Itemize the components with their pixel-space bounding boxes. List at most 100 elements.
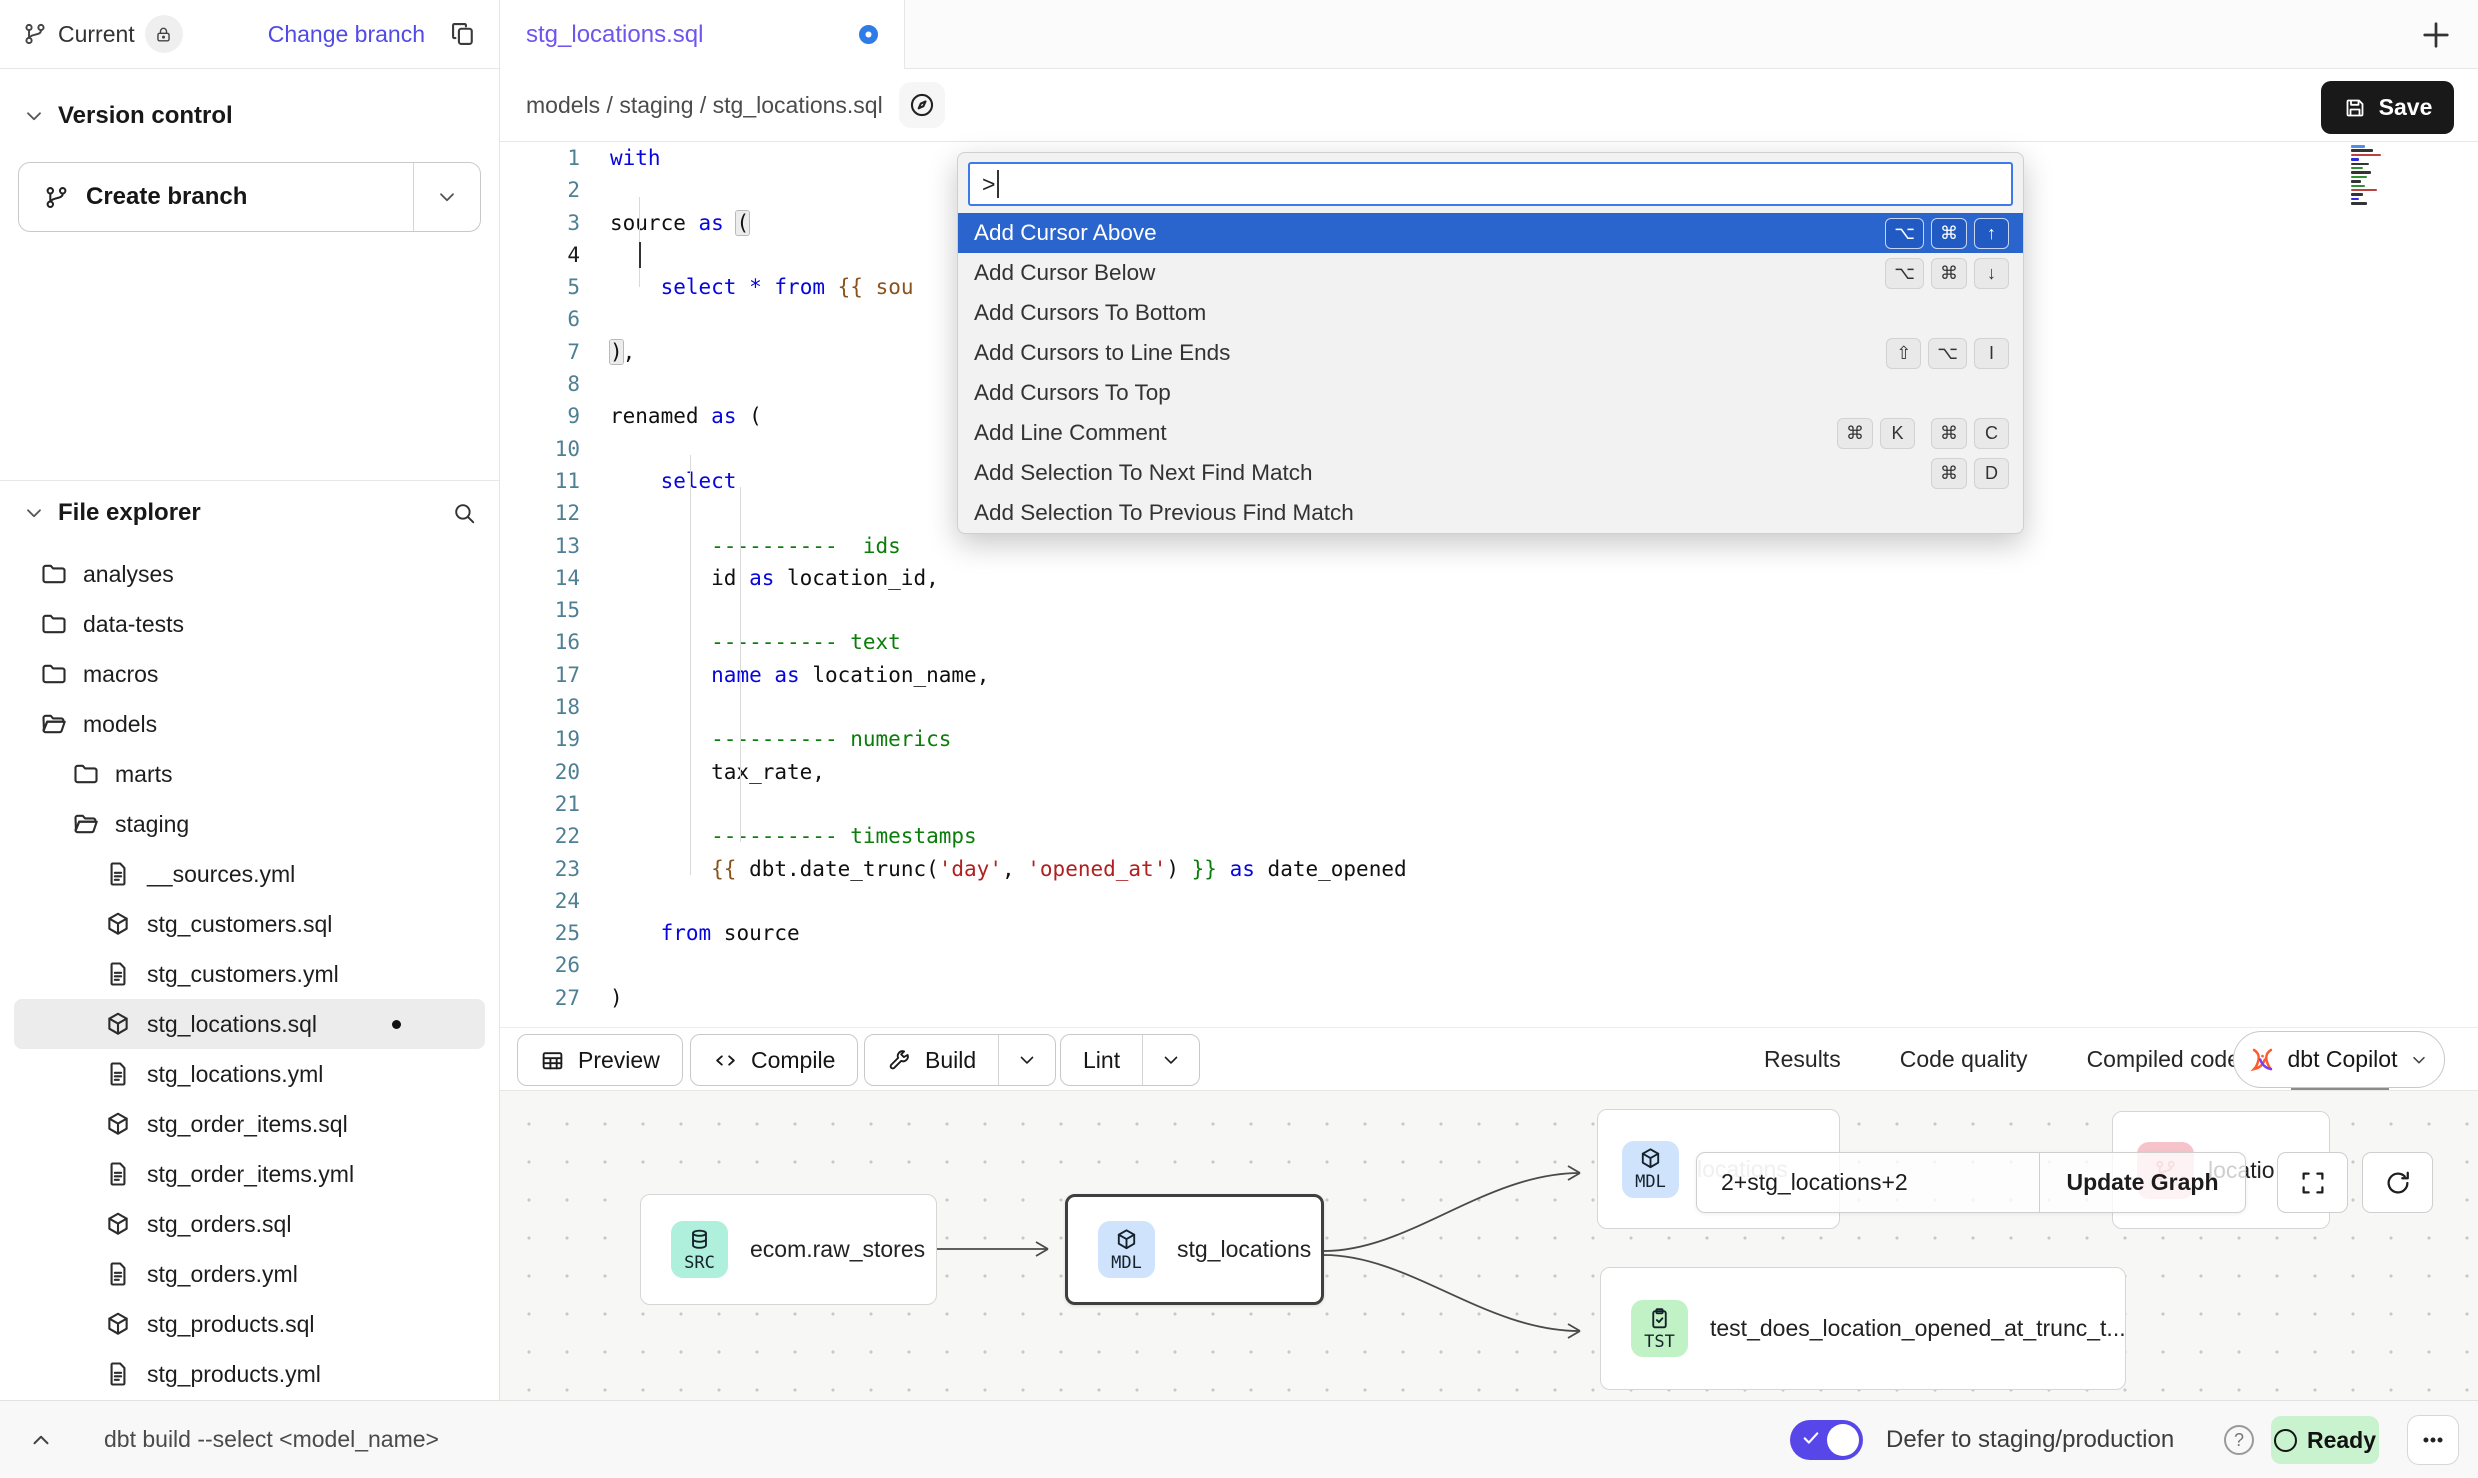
file-tree-item[interactable]: stg_locations.yml — [14, 1049, 485, 1099]
file-tree-item[interactable]: marts — [14, 749, 485, 799]
save-label: Save — [2379, 94, 2433, 121]
command-label: Add Cursors To Bottom — [974, 300, 1206, 326]
code-line[interactable]: 16 ---------- text — [500, 626, 2478, 658]
new-tab-plus-icon[interactable] — [2418, 17, 2454, 53]
panel-tab-compiled-code[interactable]: Compiled code — [2087, 1028, 2240, 1090]
chevron-down-icon — [1160, 1049, 1182, 1071]
navigate-button[interactable] — [899, 82, 945, 128]
code-line[interactable]: 20 tax_rate, — [500, 756, 2478, 788]
keycap: ⌘ — [1837, 418, 1873, 449]
shortcut-keys: ⌥⌘↓ — [1885, 258, 2009, 289]
command-item[interactable]: Add Selection To Previous Find Match — [958, 493, 2023, 533]
code-line[interactable]: 19 ---------- numerics — [500, 723, 2478, 755]
lint-dropdown[interactable] — [1143, 1049, 1199, 1071]
file-icon — [104, 1160, 132, 1188]
lineage-node-source[interactable]: SRC ecom.raw_stores — [640, 1194, 937, 1305]
graph-selector-input[interactable]: 2+stg_locations+2 — [1697, 1153, 2040, 1212]
file-tree-item[interactable]: data-tests — [14, 599, 485, 649]
refresh-button[interactable] — [2362, 1152, 2433, 1213]
file-tree-item[interactable]: macros — [14, 649, 485, 699]
more-options-button[interactable] — [2407, 1415, 2459, 1465]
code-line[interactable]: 24 — [500, 885, 2478, 917]
file-tree-item[interactable]: stg_order_items.yml — [14, 1149, 485, 1199]
panel-tab-results[interactable]: Results — [1764, 1028, 1841, 1090]
code-line[interactable]: 21 — [500, 788, 2478, 820]
model-badge: MDL — [1622, 1141, 1679, 1198]
change-branch-link[interactable]: Change branch — [268, 21, 425, 48]
code-text: source as ( — [610, 207, 749, 239]
code-line[interactable]: 23 {{ dbt.date_trunc('day', 'opened_at')… — [500, 853, 2478, 885]
file-tree-item[interactable]: stg_orders.sql — [14, 1199, 485, 1249]
keycap: ↓ — [1974, 258, 2009, 289]
chevron-up-icon[interactable] — [28, 1427, 54, 1453]
fullscreen-button[interactable] — [2277, 1152, 2348, 1213]
code-line[interactable]: 25 from source — [500, 917, 2478, 949]
lineage-canvas[interactable]: SRC ecom.raw_stores MDL stg_locations MD… — [500, 1091, 2478, 1400]
file-tree-item[interactable]: models — [14, 699, 485, 749]
command-item[interactable]: Add Cursors To Top — [958, 373, 2023, 413]
selector-value: 2+stg_locations+2 — [1721, 1169, 1908, 1196]
command-item[interactable]: Add Line Comment⌘K⌘C — [958, 413, 2023, 453]
lint-button[interactable]: Lint — [1060, 1034, 1200, 1086]
code-line[interactable]: 14 id as location_id, — [500, 562, 2478, 594]
line-number: 4 — [500, 239, 610, 271]
version-control-header[interactable]: Version control — [0, 102, 499, 130]
command-item[interactable]: Add Selection To Next Find Match⌘D — [958, 453, 2023, 493]
file-tree-item[interactable]: stg_order_items.sql — [14, 1099, 485, 1149]
file-tree-item[interactable]: stg_products.sql — [14, 1299, 485, 1349]
update-graph-button[interactable]: Update Graph — [2040, 1153, 2245, 1212]
save-button[interactable]: Save — [2321, 81, 2454, 134]
compile-button[interactable]: Compile — [690, 1034, 858, 1086]
file-explorer-header[interactable]: File explorer — [0, 499, 499, 527]
command-item[interactable]: Add Cursors to Line Ends⇧⌥I — [958, 333, 2023, 373]
shortcut-keys: ⌥⌘↑ — [1885, 218, 2009, 249]
code-line[interactable]: 26 — [500, 949, 2478, 981]
table-icon — [540, 1048, 565, 1073]
file-tree-item[interactable]: analyses — [14, 549, 485, 599]
keycap: ⌘ — [1931, 218, 1967, 249]
file-tree-item[interactable]: stg_customers.yml — [14, 949, 485, 999]
search-icon[interactable] — [451, 500, 477, 526]
file-tree-item[interactable]: staging — [14, 799, 485, 849]
dbt-copilot-button[interactable]: dbt Copilot — [2233, 1031, 2445, 1088]
create-branch-dropdown[interactable] — [414, 163, 480, 231]
keycap: D — [1974, 458, 2009, 489]
file-tree-item[interactable]: stg_customers.sql — [14, 899, 485, 949]
line-number: 16 — [500, 626, 610, 658]
command-palette-input[interactable]: > — [968, 162, 2013, 206]
code-text: ---------- timestamps — [610, 820, 977, 852]
lineage-node-stg-locations[interactable]: MDL stg_locations — [1065, 1194, 1324, 1305]
command-item[interactable]: Add Cursor Above⌥⌘↑ — [958, 213, 2023, 253]
line-number: 6 — [500, 303, 610, 335]
file-name: stg_products.yml — [147, 1361, 321, 1388]
defer-toggle[interactable] — [1790, 1420, 1863, 1460]
minimap[interactable] — [2351, 145, 2397, 206]
build-button[interactable]: Build — [864, 1034, 1056, 1086]
build-dropdown[interactable] — [999, 1049, 1055, 1071]
command-item[interactable]: Add Cursor Below⌥⌘↓ — [958, 253, 2023, 293]
code-line[interactable]: 13 ---------- ids — [500, 530, 2478, 562]
file-tree-item[interactable]: stg_products.yml — [14, 1349, 485, 1399]
cli-command-hint[interactable]: dbt build --select <model_name> — [104, 1401, 439, 1478]
lineage-node-test[interactable]: TST test_does_location_opened_at_trunc_t… — [1600, 1267, 2126, 1390]
file-tree-item[interactable]: __sources.yml — [14, 849, 485, 899]
create-branch-button[interactable]: Create branch — [18, 162, 481, 232]
node-label: test_does_location_opened_at_trunc_t... — [1710, 1315, 2126, 1342]
main-area: stg_locations.sql models / staging / stg… — [500, 0, 2478, 1400]
code-line[interactable]: 22 ---------- timestamps — [500, 820, 2478, 852]
code-line[interactable]: 18 — [500, 691, 2478, 723]
tab-stg-locations[interactable]: stg_locations.sql — [500, 0, 905, 69]
file-tree-item[interactable]: stg_locations.sql — [14, 999, 485, 1049]
panel-tab-code-quality[interactable]: Code quality — [1900, 1028, 2028, 1090]
command-item[interactable]: Add Cursors To Bottom — [958, 293, 2023, 333]
file-tree-item[interactable]: stg_orders.yml — [14, 1249, 485, 1299]
preview-button[interactable]: Preview — [517, 1034, 683, 1086]
copy-icon[interactable] — [449, 20, 477, 48]
help-icon[interactable]: ? — [2224, 1425, 2254, 1455]
code-line[interactable]: 15 — [500, 594, 2478, 626]
command-label: Add Selection To Previous Find Match — [974, 500, 1354, 526]
code-line[interactable]: 17 name as location_name, — [500, 659, 2478, 691]
code-line[interactable]: 27) — [500, 982, 2478, 1014]
copilot-label: dbt Copilot — [2288, 1046, 2398, 1073]
status-bar: dbt build --select <model_name> Defer to… — [0, 1400, 2478, 1478]
